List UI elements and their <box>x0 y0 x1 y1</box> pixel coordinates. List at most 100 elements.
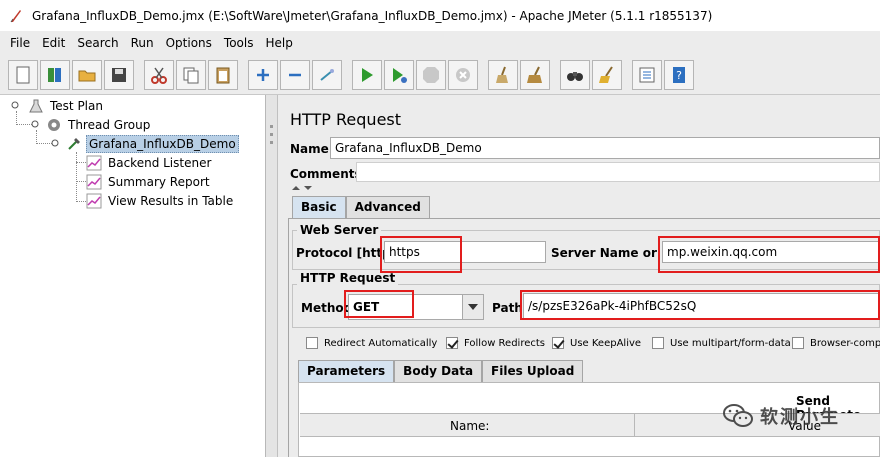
tab-parameters[interactable]: Parameters <box>298 360 395 382</box>
column-divider[interactable] <box>634 413 635 437</box>
follow-redirects-checkbox[interactable]: Follow Redirects <box>446 337 545 349</box>
scissors-icon <box>151 67 167 84</box>
tree-item-thread-group[interactable]: Thread Group <box>46 115 152 134</box>
use-keepalive-checkbox[interactable]: Use KeepAlive <box>552 337 641 349</box>
save-button[interactable] <box>104 59 134 90</box>
tree-connector <box>36 130 37 144</box>
comments-field[interactable] <box>356 162 880 182</box>
templates-button[interactable] <box>40 59 70 90</box>
tree-item-view-results-table[interactable]: View Results in Table <box>86 191 235 210</box>
name-field[interactable]: Grafana_InfluxDB_Demo <box>330 137 880 159</box>
menu-run[interactable]: Run <box>125 36 160 50</box>
tab-basic[interactable]: Basic <box>292 196 346 218</box>
expand-all-button[interactable] <box>248 59 278 90</box>
tree-item-summary-report[interactable]: Summary Report <box>86 172 212 191</box>
tree-connector <box>76 201 86 202</box>
expander-icon[interactable] <box>10 100 20 110</box>
tree-connector <box>16 111 17 125</box>
tree-item-label: Backend Listener <box>108 155 212 170</box>
checkbox-box <box>652 337 664 349</box>
start-button[interactable] <box>352 59 382 90</box>
list-icon <box>639 67 655 82</box>
binoculars-icon <box>567 71 583 81</box>
menu-tools[interactable]: Tools <box>218 36 260 50</box>
reset-search-button[interactable] <box>592 59 622 90</box>
tree-connector <box>76 162 86 163</box>
collapse-all-button[interactable] <box>280 59 310 90</box>
checkbox-label: Use multipart/form-data <box>670 337 791 349</box>
browser-compatible-checkbox[interactable]: Browser-compa <box>792 337 880 349</box>
panel-title: HTTP Request <box>290 110 402 129</box>
tree-connector <box>76 152 77 202</box>
expander-icon[interactable] <box>50 138 60 148</box>
function-helper-button[interactable] <box>632 59 662 90</box>
stop-icon <box>423 66 439 83</box>
graph-icon <box>86 155 102 170</box>
clipboard-icon <box>216 67 230 83</box>
tree-item-test-plan[interactable]: Test Plan <box>28 96 105 115</box>
request-tabs: Parameters Body Data Files Upload <box>298 360 584 382</box>
paste-button[interactable] <box>208 59 238 90</box>
checkbox-box <box>792 337 804 349</box>
open-button[interactable] <box>72 59 102 90</box>
shutdown-button[interactable] <box>448 59 478 90</box>
checkbox-box <box>552 337 564 349</box>
menu-options[interactable]: Options <box>160 36 218 50</box>
toggle-button[interactable] <box>312 59 342 90</box>
copy-button[interactable] <box>176 59 206 90</box>
config-tabs: Basic Advanced <box>292 196 430 218</box>
graph-icon <box>86 174 102 189</box>
toolbar: ? <box>0 55 880 95</box>
method-dropdown-button[interactable] <box>462 294 484 320</box>
graph-icon <box>86 193 102 208</box>
column-header-name[interactable]: Name: <box>450 419 489 433</box>
menu-edit[interactable]: Edit <box>36 36 71 50</box>
tab-files-upload[interactable]: Files Upload <box>482 360 584 382</box>
server-highlight <box>658 236 880 273</box>
start-no-pauses-button[interactable] <box>384 59 414 90</box>
checkbox-label: Use KeepAlive <box>570 337 642 349</box>
collapse-arrows-icon[interactable] <box>290 184 314 192</box>
new-button[interactable] <box>8 59 38 90</box>
menu-search[interactable]: Search <box>71 36 124 50</box>
help-button[interactable]: ? <box>664 59 694 90</box>
tree-item-label: View Results in Table <box>108 193 234 208</box>
tab-advanced[interactable]: Advanced <box>345 196 430 218</box>
cut-button[interactable] <box>144 59 174 90</box>
minus-icon <box>289 73 301 76</box>
test-plan-tree: Test Plan Thread Group Grafana_InfluxDB_… <box>0 95 266 457</box>
tree-item-http-request[interactable]: Grafana_InfluxDB_Demo <box>66 134 239 153</box>
new-file-icon <box>16 66 30 83</box>
menu-help[interactable]: Help <box>259 36 298 50</box>
tab-body-data[interactable]: Body Data <box>394 360 483 382</box>
watermark-text: 软测小生 <box>760 407 840 428</box>
broom-icon <box>496 66 508 83</box>
menu-file[interactable]: File <box>4 36 36 50</box>
tree-item-label: Summary Report <box>108 174 210 189</box>
protocol-highlight <box>380 236 462 273</box>
window-title: Grafana_InfluxDB_Demo.jmx (E:\SoftWare\J… <box>32 8 713 23</box>
play-no-pause-icon <box>393 67 407 83</box>
gear-icon <box>48 118 60 131</box>
checkbox-box <box>306 337 318 349</box>
clear-all-button[interactable] <box>520 59 550 90</box>
checkbox-label: Browser-compa <box>810 337 880 349</box>
clear-button[interactable] <box>488 59 518 90</box>
tree-item-label: Grafana_InfluxDB_Demo <box>86 134 239 153</box>
splitter-grip <box>270 133 273 136</box>
shutdown-icon <box>456 67 470 82</box>
window-titlebar: Grafana_InfluxDB_Demo.jmx (E:\SoftWare\J… <box>0 0 880 31</box>
tree-item-backend-listener[interactable]: Backend Listener <box>86 153 213 172</box>
wechat-logo-icon <box>723 404 753 427</box>
svg-text:?: ? <box>676 69 682 82</box>
multipart-form-data-checkbox[interactable]: Use multipart/form-data <box>652 337 791 349</box>
jmeter-feather-icon <box>10 9 21 22</box>
help-book-icon: ? <box>673 66 685 83</box>
tree-connector <box>76 181 86 182</box>
expander-icon[interactable] <box>30 119 40 129</box>
panel-splitter[interactable] <box>266 95 278 457</box>
redirect-automatically-checkbox[interactable]: Redirect Automatically <box>306 337 437 349</box>
save-disk-icon <box>112 67 126 82</box>
stop-button[interactable] <box>416 59 446 90</box>
search-button[interactable] <box>560 59 590 90</box>
